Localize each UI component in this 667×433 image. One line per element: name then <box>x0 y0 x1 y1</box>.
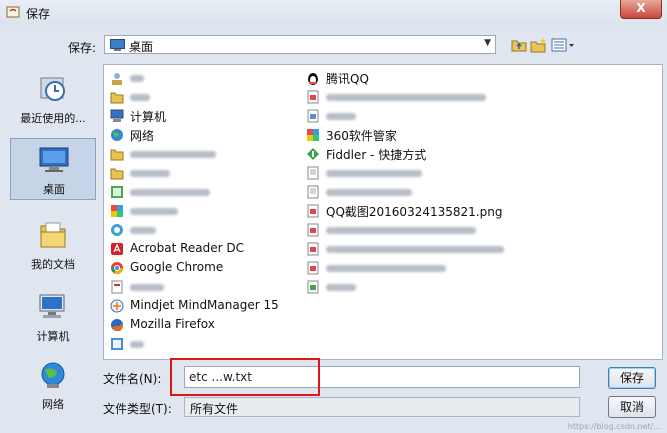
network-icon <box>41 362 65 388</box>
list-item-label: QQ截图20160324135821.png <box>326 205 503 219</box>
place-computer[interactable]: 计算机 <box>10 286 96 348</box>
computer-icon <box>110 109 124 122</box>
up-one-level-button[interactable] <box>509 35 529 54</box>
place-desktop[interactable]: 桌面 <box>10 138 96 200</box>
list-item[interactable]: Mozilla Firefox <box>110 316 370 335</box>
list-item-label: Mozilla Firefox <box>130 317 215 331</box>
shortcut-icon <box>111 280 123 294</box>
file-name-label: 文件名(N): <box>103 372 162 386</box>
title-bar: 保存 X <box>0 0 667 26</box>
desktop-icon <box>39 147 69 172</box>
place-network[interactable]: 网络 <box>10 354 96 416</box>
place-my-documents[interactable]: 我的文档 <box>10 214 96 276</box>
list-item[interactable] <box>306 259 566 278</box>
folder-icon <box>110 92 124 104</box>
create-new-folder-icon <box>530 37 546 52</box>
list-item[interactable] <box>306 164 566 183</box>
folder-icon <box>110 168 124 180</box>
view-menu-button[interactable] <box>550 35 576 54</box>
list-item-label: 腾讯QQ <box>326 72 369 86</box>
place-label: 计算机 <box>36 330 70 343</box>
image-file-icon <box>307 280 319 294</box>
list-item[interactable] <box>110 335 370 354</box>
mindmanager-icon <box>110 299 124 313</box>
chrome-icon <box>111 262 123 274</box>
look-in-value: 桌面 <box>129 40 154 54</box>
list-item[interactable]: Fiddler - 快捷方式 <box>306 145 566 164</box>
fiddler-icon <box>307 148 319 160</box>
shortcut-icon <box>111 338 123 350</box>
look-in-label: 保存: <box>68 41 97 55</box>
list-item-label: Mindjet MindManager 15 <box>130 298 279 312</box>
360-software-icon <box>307 129 319 141</box>
list-item[interactable] <box>306 88 566 107</box>
list-item[interactable] <box>306 278 566 297</box>
list-item-label: 计算机 <box>130 110 167 124</box>
list-item[interactable] <box>306 240 566 259</box>
highlight-annotation <box>170 358 320 396</box>
place-label: 我的文档 <box>31 258 75 271</box>
image-file-icon <box>307 109 319 123</box>
acrobat-icon <box>111 243 123 255</box>
list-item[interactable] <box>306 183 566 202</box>
file-type-label: 文件类型(T): <box>103 402 172 416</box>
image-file-icon <box>307 242 319 256</box>
place-label: 桌面 <box>43 183 65 196</box>
places-bar: 最近使用的... 桌面 我的文档 计算机 网络 <box>10 64 96 416</box>
desktop-icon <box>110 39 125 51</box>
save-button[interactable]: 保存 <box>608 367 656 389</box>
list-item-label: 网络 <box>130 129 155 143</box>
recent-items-icon <box>40 77 65 101</box>
folder-icon <box>110 149 124 161</box>
chevron-down-icon: ▼ <box>484 38 491 48</box>
list-item-label: Fiddler - 快捷方式 <box>326 148 427 162</box>
network-icon <box>111 129 123 141</box>
list-item[interactable]: QQ截图20160324135821.png <box>306 202 566 221</box>
qq-penguin-icon <box>308 73 318 85</box>
user-folder-icon <box>112 73 122 85</box>
image-file-icon <box>307 261 319 275</box>
view-menu-icon <box>551 38 574 51</box>
up-one-level-icon <box>511 40 527 51</box>
list-item[interactable] <box>306 221 566 240</box>
file-list[interactable]: 计算机 网络 Acrobat Reader DC Google Chrome M… <box>103 64 663 360</box>
file-type-dropdown[interactable]: 所有文件 <box>184 397 580 417</box>
place-recent-items[interactable]: 最近使用的... <box>10 68 96 130</box>
text-file-icon <box>307 185 319 199</box>
java-app-icon <box>6 6 20 18</box>
create-new-folder-button[interactable] <box>529 35 549 54</box>
list-item-label: Google Chrome <box>130 260 224 274</box>
shortcut-icon <box>111 205 123 217</box>
shortcut-icon <box>111 224 123 236</box>
file-type-value: 所有文件 <box>190 402 239 416</box>
cancel-button[interactable]: 取消 <box>608 396 656 418</box>
list-item[interactable]: 腾讯QQ <box>306 69 566 88</box>
list-item-label: 360软件管家 <box>326 129 397 143</box>
shortcut-icon <box>111 186 123 198</box>
text-file-icon <box>307 166 319 180</box>
window-title: 保存 <box>26 7 51 21</box>
firefox-icon <box>111 319 123 332</box>
documents-icon <box>40 222 66 248</box>
list-item-label: Acrobat Reader DC <box>130 241 244 255</box>
image-file-icon <box>307 204 319 218</box>
list-item[interactable]: 360软件管家 <box>306 126 566 145</box>
watermark-text: https://blog.csdn.net/... <box>567 422 661 431</box>
list-item[interactable] <box>306 107 566 126</box>
image-file-icon <box>307 90 319 104</box>
place-label: 最近使用的... <box>20 112 86 125</box>
close-button[interactable]: X <box>620 0 662 19</box>
list-item[interactable]: Mindjet MindManager 15 <box>110 297 370 316</box>
place-label: 网络 <box>42 398 64 411</box>
computer-icon <box>39 294 65 318</box>
close-icon: X <box>636 1 646 15</box>
look-in-dropdown[interactable]: 桌面 ▼ <box>104 35 496 54</box>
image-file-icon <box>307 223 319 237</box>
